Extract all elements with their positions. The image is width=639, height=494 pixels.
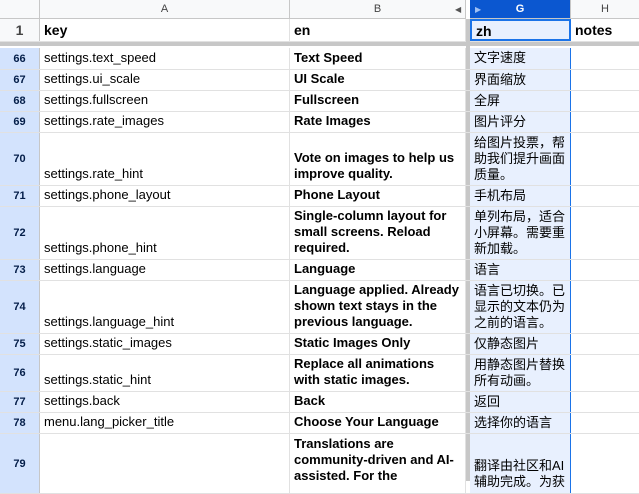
cell-en[interactable]: Language applied. Already shown text sta… (290, 281, 466, 333)
cell-key[interactable]: settings.text_speed (40, 48, 290, 69)
table-row: 78 menu.lang_picker_title Choose Your Lang… (0, 413, 639, 434)
cell-en[interactable]: Back (290, 392, 466, 412)
row-number[interactable]: 1 (0, 19, 40, 41)
column-header-a[interactable]: A (40, 0, 290, 19)
table-row: 79 Translations are community-driven and … (0, 434, 639, 494)
cell-zh[interactable]: 仅静态图片 (470, 334, 571, 354)
table-row: 67 settings.ui_scale UI Scale 界面缩放 (0, 70, 639, 91)
cell-en[interactable]: Translations are community-driven and AI… (290, 434, 466, 493)
cell-notes[interactable] (571, 260, 639, 280)
cell-key[interactable]: menu.lang_picker_title (40, 413, 290, 433)
cell-notes[interactable] (571, 70, 639, 90)
row-number[interactable]: 72 (0, 207, 40, 259)
header-row: 1 key en zh notes (0, 19, 639, 42)
cell-zh[interactable]: 界面缩放 (470, 70, 571, 90)
cell-en[interactable]: UI Scale (290, 70, 466, 90)
cell-key[interactable]: settings.fullscreen (40, 91, 290, 111)
cell-en[interactable]: Choose Your Language (290, 413, 466, 433)
row-number[interactable]: 67 (0, 70, 40, 90)
table-row: 70 settings.rate_hint Vote on images to he… (0, 133, 639, 186)
select-all-corner[interactable] (0, 0, 40, 19)
cell-notes[interactable] (571, 355, 639, 391)
cell-key[interactable] (40, 434, 290, 493)
cell-en[interactable]: Replace all animations with static image… (290, 355, 466, 391)
column-header-g[interactable]: G (470, 0, 571, 19)
row-number[interactable]: 76 (0, 355, 40, 391)
cell-key[interactable]: settings.static_images (40, 334, 290, 354)
cell-zh[interactable]: 文字速度 (470, 48, 571, 69)
table-row: 72 settings.phone_hint Single-column layou… (0, 207, 639, 260)
cell-key[interactable]: settings.language_hint (40, 281, 290, 333)
cell-en[interactable]: Rate Images (290, 112, 466, 132)
cell-key[interactable]: settings.phone_hint (40, 207, 290, 259)
table-row: 77 settings.back Back 返回 (0, 392, 639, 413)
cell-key-header[interactable]: key (40, 19, 290, 41)
cell-key[interactable]: settings.rate_images (40, 112, 290, 132)
cell-zh[interactable]: 用静态图片替换所有动画。 (470, 355, 571, 391)
cell-zh[interactable]: 语言 (470, 260, 571, 280)
row-number[interactable]: 77 (0, 392, 40, 412)
cell-zh[interactable]: 手机布局 (470, 186, 571, 206)
cell-zh[interactable]: 语言已切换。已显示的文本仍为之前的语言。 (470, 281, 571, 333)
row-number[interactable]: 70 (0, 133, 40, 185)
cell-en[interactable]: Fullscreen (290, 91, 466, 111)
cell-notes[interactable] (571, 281, 639, 333)
column-header-h[interactable]: H (571, 0, 639, 19)
hidden-columns-right-arrow-icon[interactable]: ▶ (475, 5, 481, 14)
hidden-columns-left-arrow-icon[interactable]: ◀ (455, 5, 461, 14)
cell-key[interactable]: settings.rate_hint (40, 133, 290, 185)
cell-notes[interactable] (571, 207, 639, 259)
row-number[interactable]: 71 (0, 186, 40, 206)
cell-notes[interactable] (571, 392, 639, 412)
table-row: 74 settings.language_hint Language applied… (0, 281, 639, 334)
cell-zh[interactable]: 单列布局，适合小屏幕。需要重新加载。 (470, 207, 571, 259)
row-number[interactable]: 73 (0, 260, 40, 280)
cell-notes-header[interactable]: notes (571, 19, 639, 41)
row-number[interactable]: 79 (0, 434, 40, 493)
table-row: 68 settings.fullscreen Fullscreen 全屏 (0, 91, 639, 112)
cell-notes[interactable] (571, 91, 639, 111)
cell-zh[interactable]: 图片评分 (470, 112, 571, 132)
table-row: 66 settings.text_speed Text Speed 文字速度 (0, 48, 639, 70)
row-number[interactable]: 74 (0, 281, 40, 333)
row-number[interactable]: 68 (0, 91, 40, 111)
cell-en[interactable]: Text Speed (290, 48, 466, 69)
cell-notes[interactable] (571, 48, 639, 69)
cell-zh[interactable]: 选择你的语言 (470, 413, 571, 433)
cell-notes[interactable] (571, 186, 639, 206)
cell-zh[interactable]: 返回 (470, 392, 571, 412)
table-row: 73 settings.language Language 语言 (0, 260, 639, 281)
row-number[interactable]: 75 (0, 334, 40, 354)
row-number[interactable]: 69 (0, 112, 40, 132)
cell-key[interactable]: settings.ui_scale (40, 70, 290, 90)
cell-en-header[interactable]: en (290, 19, 466, 41)
cell-notes[interactable] (571, 434, 639, 493)
cell-en[interactable]: Vote on images to help us improve qualit… (290, 133, 466, 185)
table-row: 71 settings.phone_layout Phone Layout 手机布局 (0, 186, 639, 207)
frozen-row-divider[interactable] (0, 42, 639, 46)
cell-key[interactable]: settings.static_hint (40, 355, 290, 391)
cell-en[interactable]: Language (290, 260, 466, 280)
cell-notes[interactable] (571, 413, 639, 433)
cell-zh[interactable]: 翻译由社区和AI辅助完成。为获 (470, 434, 571, 493)
table-row: 76 settings.static_hint Replace all animat… (0, 355, 639, 392)
column-header-b[interactable]: B (290, 0, 466, 19)
row-number[interactable]: 66 (0, 48, 40, 69)
cell-notes[interactable] (571, 334, 639, 354)
cell-en[interactable]: Static Images Only (290, 334, 466, 354)
cell-zh[interactable]: 给图片投票，帮助我们提升画面质量。 (470, 133, 571, 185)
cell-en[interactable]: Phone Layout (290, 186, 466, 206)
cell-notes[interactable] (571, 133, 639, 185)
table-row: 69 settings.rate_images Rate Images 图片评分 (0, 112, 639, 133)
cell-notes[interactable] (571, 112, 639, 132)
cell-zh[interactable]: 全屏 (470, 91, 571, 111)
cell-key[interactable]: settings.phone_layout (40, 186, 290, 206)
cell-key[interactable]: settings.back (40, 392, 290, 412)
table-row: 75 settings.static_images Static Images On… (0, 334, 639, 355)
cell-key[interactable]: settings.language (40, 260, 290, 280)
row-number[interactable]: 78 (0, 413, 40, 433)
cell-en[interactable]: Single-column layout for small screens. … (290, 207, 466, 259)
cell-zh-header-selected[interactable]: zh (470, 19, 571, 41)
